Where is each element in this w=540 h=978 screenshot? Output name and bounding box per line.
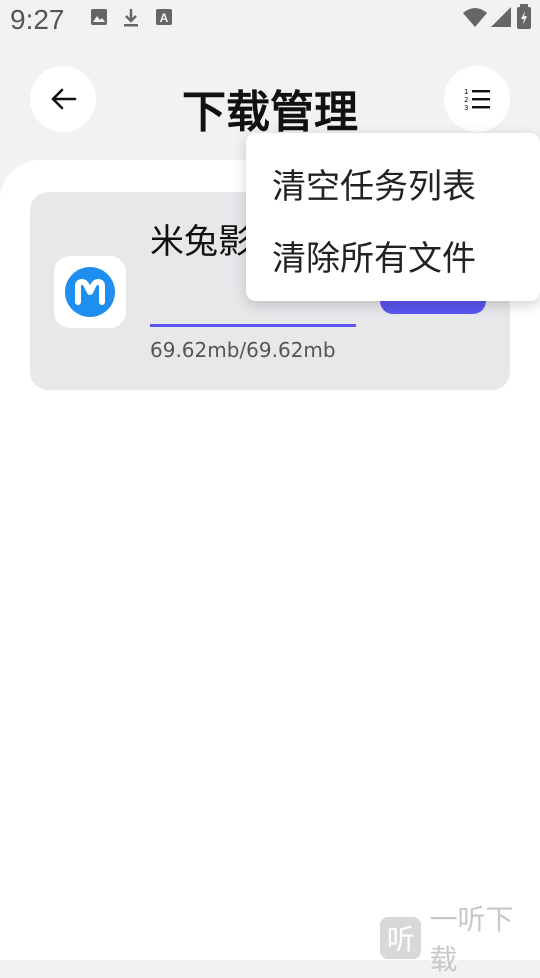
- svg-text:A: A: [160, 11, 169, 25]
- svg-text:1: 1: [464, 88, 468, 96]
- status-time: 9:27: [10, 4, 65, 35]
- mitu-logo-icon: [65, 267, 115, 317]
- svg-text:2: 2: [464, 96, 468, 104]
- battery-icon: [517, 4, 531, 29]
- app-icon: [54, 256, 126, 328]
- download-icon: [124, 9, 138, 27]
- font-icon: A: [156, 9, 172, 25]
- numbered-list-icon: 1 2 3: [464, 88, 490, 111]
- download-progress-bar: [150, 324, 356, 327]
- menu-item-delete-files[interactable]: 清除所有文件: [272, 231, 476, 280]
- menu-button[interactable]: 1 2 3: [444, 66, 510, 132]
- file-size: 69.62mb/69.62mb: [150, 338, 336, 362]
- watermark-logo: 听: [380, 917, 422, 959]
- image-icon: [91, 9, 107, 25]
- status-bar: 9:27 A: [0, 0, 540, 40]
- signal-icon: [491, 7, 511, 27]
- wifi-icon: [463, 8, 487, 27]
- svg-text:3: 3: [464, 104, 468, 111]
- watermark: 听 一听下载: [380, 903, 540, 976]
- menu-item-clear-tasks[interactable]: 清空任务列表: [272, 159, 476, 208]
- options-menu: 清空任务列表 清除所有文件: [246, 133, 540, 301]
- watermark-text: 一听下载: [429, 903, 514, 976]
